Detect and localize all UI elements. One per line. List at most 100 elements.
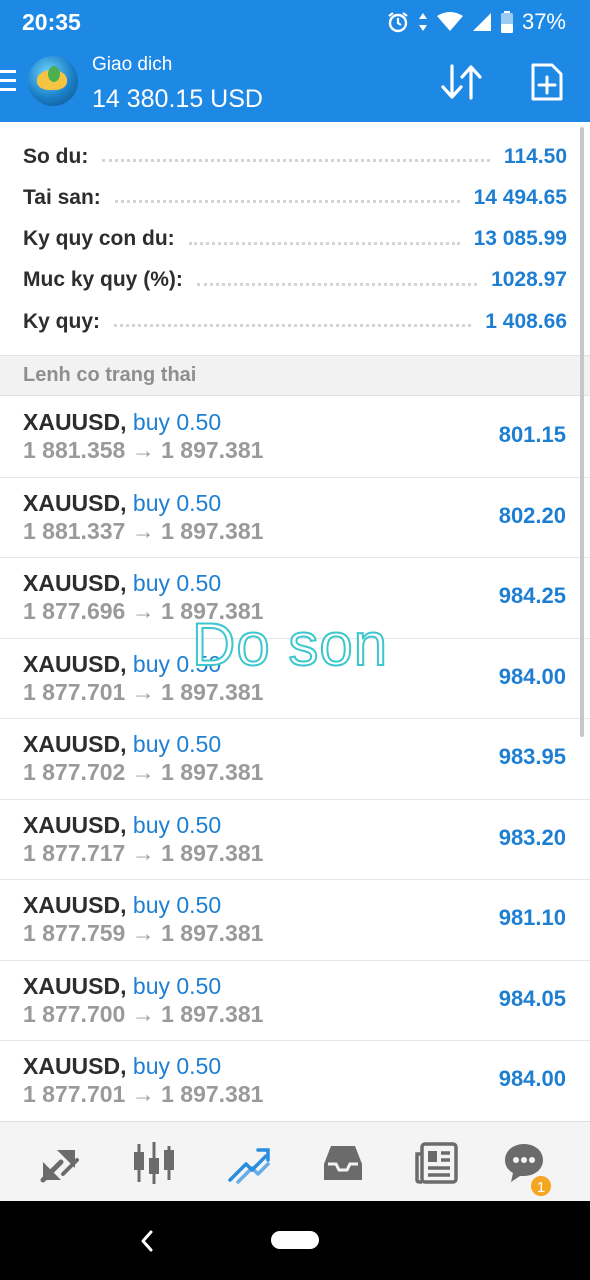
symbol-text: XAUUSD,: [23, 650, 127, 677]
summary-row-margin-level: Muc ky quy (%): 1028.97: [0, 260, 590, 301]
signal-icon: [472, 13, 491, 31]
chart-icon[interactable]: [131, 1140, 177, 1186]
position-symbol: XAUUSD, buy 0.50: [23, 570, 221, 597]
summary-label: So du:: [23, 144, 89, 168]
watermark-text: Do son: [191, 610, 389, 679]
dotted-leader: [188, 241, 460, 245]
page-title: Giao dich: [92, 54, 173, 75]
position-profit: 802.20: [498, 502, 566, 528]
symbol-text: XAUUSD,: [23, 731, 127, 757]
position-symbol: XAUUSD, buy 0.50: [23, 812, 221, 839]
summary-row-margin: Ky quy: 1 408.66: [0, 301, 590, 342]
position-side: buy 0.50: [132, 1053, 222, 1079]
position-profit: 983.95: [498, 744, 566, 769]
position-profit: 801.15: [498, 422, 566, 447]
section-title: Lenh co trang thai: [23, 364, 197, 386]
status-icons: 37%: [387, 9, 566, 35]
dotted-leader: [114, 200, 460, 204]
position-row[interactable]: XAUUSD, buy 0.50 1 877.700 → 1 897.381 9…: [0, 961, 590, 1041]
scrollbar[interactable]: [580, 127, 584, 737]
positions-list: XAUUSD, buy 0.50 1 881.358 → 1 897.381 8…: [0, 397, 590, 1122]
position-side: buy 0.50: [132, 811, 222, 838]
position-row[interactable]: XAUUSD, buy 0.50 1 881.358 → 1 897.381 8…: [0, 397, 590, 478]
position-symbol: XAUUSD, buy 0.50: [23, 490, 221, 517]
position-prices: 1 877.701 → 1 897.381: [23, 1081, 264, 1107]
position-prices: 1 877.700 → 1 897.381: [23, 1000, 264, 1027]
position-symbol: XAUUSD, buy 0.50: [23, 973, 221, 1000]
position-prices: 1 877.717 → 1 897.381: [23, 839, 264, 866]
alarm-icon: [388, 12, 408, 33]
position-side: buy 0.50: [132, 972, 222, 999]
summary-label: Ky quy:: [23, 309, 101, 333]
symbol-text: XAUUSD,: [23, 892, 127, 918]
news-icon[interactable]: [414, 1140, 460, 1186]
system-nav-bar: [0, 1201, 590, 1280]
summary-value: 114.50: [503, 144, 567, 168]
position-row[interactable]: XAUUSD, buy 0.50 1 877.759 → 1 897.381 9…: [0, 880, 590, 961]
battery-percent: 37%: [521, 9, 566, 34]
position-profit: 984.25: [498, 583, 566, 608]
symbol-text: XAUUSD,: [23, 409, 127, 435]
symbol-text: XAUUSD,: [23, 489, 127, 516]
new-order-icon[interactable]: [530, 62, 564, 102]
summary-value: 13 085.99: [473, 227, 567, 251]
position-side: buy 0.50: [132, 409, 222, 435]
summary-label: Ky quy con du:: [23, 227, 175, 251]
summary-value: 1 408.66: [485, 309, 567, 333]
position-profit: 984.00: [498, 663, 566, 689]
trade-icon[interactable]: [226, 1140, 272, 1186]
symbol-text: XAUUSD,: [23, 1053, 127, 1079]
position-symbol: XAUUSD, buy 0.50: [23, 731, 221, 758]
position-symbol: XAUUSD, buy 0.50: [23, 892, 221, 919]
summary-label: Muc ky quy (%):: [23, 268, 183, 292]
dotted-leader: [102, 159, 490, 163]
status-bar: 20:35 37%: [0, 0, 590, 44]
summary-label: Tai san:: [23, 185, 101, 209]
position-side: buy 0.50: [132, 570, 222, 596]
status-time: 20:35: [22, 9, 81, 35]
position-profit: 984.05: [498, 985, 566, 1011]
position-profit: 983.20: [498, 824, 566, 850]
symbol-text: XAUUSD,: [23, 972, 127, 999]
messages-badge: 1: [529, 1174, 553, 1198]
symbol-text: XAUUSD,: [23, 570, 127, 596]
positions-section-header: Lenh co trang thai: [0, 355, 590, 396]
position-prices: 1 877.702 → 1 897.381: [23, 759, 264, 785]
summary-value: 1028.97: [491, 268, 567, 292]
position-prices: 1 881.358 → 1 897.381: [23, 437, 264, 463]
data-arrows-icon: [418, 13, 427, 31]
position-side: buy 0.50: [132, 731, 222, 757]
position-row[interactable]: XAUUSD, buy 0.50 1 877.701 → 1 897.381 9…: [0, 1041, 590, 1122]
app-header: Giao dich 14 380.15 USD: [0, 44, 590, 122]
summary-row-free-margin: Ky quy con du: 13 085.99: [0, 219, 590, 260]
account-summary: So du: 114.50 Tai san: 14 494.65 Ky quy …: [0, 136, 590, 342]
messages-button[interactable]: 1: [501, 1140, 553, 1198]
summary-row-equity: Tai san: 14 494.65: [0, 177, 590, 218]
wifi-icon: [436, 12, 463, 31]
position-side: buy 0.50: [132, 489, 222, 516]
position-profit: 981.10: [498, 905, 566, 930]
header-balance: 14 380.15 USD: [92, 85, 263, 113]
menu-icon[interactable]: [0, 70, 18, 92]
position-symbol: XAUUSD, buy 0.50: [23, 1053, 221, 1080]
sort-icon[interactable]: [440, 62, 484, 102]
bottom-nav: 1: [0, 1121, 590, 1201]
position-prices: 1 881.337 → 1 897.381: [23, 517, 264, 544]
quotes-icon[interactable]: [37, 1140, 83, 1186]
position-row[interactable]: XAUUSD, buy 0.50 1 877.717 → 1 897.381 9…: [0, 800, 590, 880]
position-prices: 1 877.759 → 1 897.381: [23, 920, 264, 946]
app-logo: [28, 56, 78, 106]
position-row[interactable]: XAUUSD, buy 0.50 1 877.702 → 1 897.381 9…: [0, 719, 590, 800]
history-icon[interactable]: [320, 1140, 366, 1186]
dotted-leader: [114, 324, 472, 328]
symbol-text: XAUUSD,: [23, 811, 127, 838]
home-button[interactable]: [271, 1231, 319, 1249]
position-row[interactable]: XAUUSD, buy 0.50 1 881.337 → 1 897.381 8…: [0, 478, 590, 558]
position-profit: 984.00: [498, 1066, 566, 1091]
back-icon[interactable]: [139, 1229, 155, 1253]
summary-row-balance: So du: 114.50: [0, 136, 590, 177]
position-prices: 1 877.701 → 1 897.381: [23, 678, 264, 705]
battery-icon: [500, 11, 513, 33]
position-symbol: XAUUSD, buy 0.50: [23, 409, 221, 436]
summary-value: 14 494.65: [473, 185, 567, 209]
